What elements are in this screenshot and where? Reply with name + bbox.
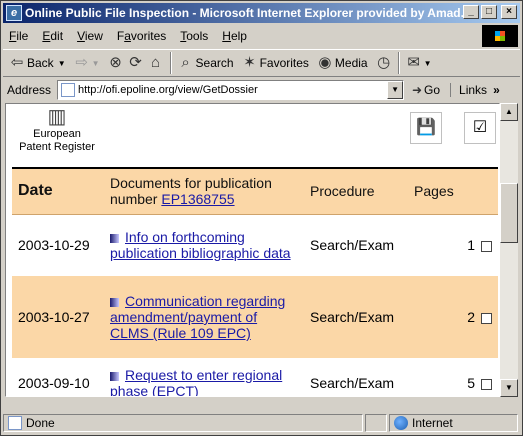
links-button[interactable]: Links	[450, 83, 487, 97]
page-icon	[61, 83, 76, 97]
publication-number-link[interactable]: EP1368755	[161, 191, 234, 207]
table-header: Date Documents for publication number EP…	[12, 168, 498, 214]
minimize-button[interactable]: _	[463, 5, 479, 19]
document-icon	[110, 234, 119, 244]
document-link[interactable]: Communication regarding amendment/paymen…	[110, 293, 285, 341]
menu-view[interactable]: View	[77, 29, 103, 43]
browser-window: e Online Public File Inspection - Micros…	[0, 0, 523, 436]
windows-logo-icon	[482, 25, 518, 47]
menu-tools[interactable]: Tools	[180, 29, 208, 43]
window-title: Online Public File Inspection - Microsof…	[25, 6, 471, 20]
search-icon: ⌕	[181, 54, 190, 71]
col-procedure: Procedure	[310, 183, 375, 200]
ie-logo-icon: e	[6, 5, 22, 21]
status-text-pane: Done	[3, 414, 363, 432]
row-date: 2003-10-29	[18, 237, 90, 254]
document-link[interactable]: Info on forthcoming publication bibliogr…	[110, 229, 291, 261]
documents-table: Date Documents for publication number EP…	[12, 167, 498, 396]
document-link[interactable]: Request to enter regional phase (EPCT)	[110, 367, 282, 396]
document-icon	[110, 297, 119, 307]
back-button[interactable]: ⇦ Back ▼	[7, 53, 66, 73]
document-icon	[110, 371, 119, 381]
row-document: Request to enter regional phase (EPCT)	[104, 358, 304, 396]
book-icon: ▥	[47, 106, 67, 128]
internet-globe-icon	[394, 416, 408, 430]
go-arrow-icon: ➜	[412, 83, 423, 97]
scroll-thumb[interactable]	[500, 183, 518, 243]
save-icon[interactable]: 💾	[410, 112, 442, 144]
home-icon[interactable]: ⌂	[146, 53, 166, 73]
table-row: 2003-09-10 Request to enter regional pha…	[12, 358, 498, 396]
forward-button[interactable]: ⇨ ▼	[72, 53, 100, 73]
table-row: 2003-10-29 Info on forthcoming publicati…	[12, 214, 498, 276]
toolbar: ⇦ Back ▼ ⇨ ▼ ⊗ ⟳ ⌂ ⌕ Search ✶ Favorites …	[3, 49, 520, 77]
address-url: http://ofi.epoline.org/view/GetDossier	[78, 84, 258, 96]
col-date: Date	[18, 182, 53, 200]
select-all-icon[interactable]: ☑	[464, 112, 496, 144]
row-procedure: Search/Exam	[310, 375, 395, 391]
back-arrow-icon: ⇦	[10, 54, 24, 71]
page-done-icon	[8, 416, 22, 430]
menu-favorites[interactable]: Favorites	[117, 29, 166, 43]
page-content: ▥ European Patent Register 💾 ☑ Date Docu…	[5, 103, 500, 397]
go-button[interactable]: ➜ Go	[410, 80, 440, 100]
scroll-down-icon[interactable]: ▼	[500, 379, 518, 397]
back-dropdown-icon[interactable]: ▼	[58, 59, 66, 68]
row-document: Info on forthcoming publication bibliogr…	[104, 214, 304, 276]
toolbar-separator	[397, 52, 400, 74]
stop-icon[interactable]: ⊗	[106, 53, 126, 73]
links-more-icon[interactable]: »	[493, 83, 500, 97]
maximize-button[interactable]: □	[481, 5, 497, 19]
row-pages: 1	[467, 237, 475, 254]
status-zone-pane: Internet	[389, 414, 518, 432]
forward-dropdown-icon[interactable]: ▼	[92, 59, 100, 68]
menu-file[interactable]: File	[9, 29, 28, 43]
row-date: 2003-09-10	[18, 375, 90, 391]
menu-help[interactable]: Help	[222, 29, 247, 43]
status-bar: Done Internet	[3, 413, 520, 433]
search-button[interactable]: ⌕ Search	[176, 53, 233, 73]
menu-bar: File Edit View Favorites Tools Help	[3, 25, 483, 47]
mail-dropdown-icon[interactable]: ▼	[424, 59, 432, 68]
address-input[interactable]: http://ofi.epoline.org/view/GetDossier ▼	[57, 80, 405, 100]
register-logo[interactable]: ▥ European Patent Register	[12, 106, 102, 154]
col-documents: Documents for publication number EP13687…	[110, 175, 272, 208]
row-procedure: Search/Exam	[310, 237, 395, 254]
media-button[interactable]: ◉ Media	[315, 53, 367, 73]
address-bar: Address http://ofi.epoline.org/view/GetD…	[3, 79, 520, 101]
toolbar-separator	[169, 52, 172, 74]
table-row: 2003-10-27 Communication regarding amend…	[12, 276, 498, 358]
scroll-up-icon[interactable]: ▲	[500, 103, 518, 121]
favorites-star-icon: ✶	[243, 54, 256, 71]
row-checkbox[interactable]	[481, 378, 492, 390]
menu-edit[interactable]: Edit	[42, 29, 63, 43]
address-dropdown-icon[interactable]: ▼	[387, 81, 404, 99]
row-checkbox[interactable]	[481, 241, 492, 253]
row-procedure: Search/Exam	[310, 309, 395, 325]
forward-arrow-icon: ⇨	[75, 54, 88, 71]
address-label: Address	[7, 83, 52, 97]
history-icon[interactable]: ◷	[374, 53, 394, 73]
row-pages: 2	[467, 309, 475, 325]
close-button[interactable]: ×	[501, 5, 517, 19]
favorites-button[interactable]: ✶ Favorites	[240, 53, 309, 73]
title-bar[interactable]: e Online Public File Inspection - Micros…	[3, 3, 520, 23]
mail-icon[interactable]: ✉	[404, 53, 424, 73]
row-date: 2003-10-27	[18, 309, 90, 325]
col-pages: Pages	[414, 183, 454, 200]
row-pages: 5	[467, 375, 475, 391]
refresh-icon[interactable]: ⟳	[126, 53, 146, 73]
vertical-scrollbar[interactable]: ▲ ▼	[500, 103, 518, 397]
row-checkbox[interactable]	[481, 312, 492, 324]
row-document: Communication regarding amendment/paymen…	[104, 276, 304, 358]
media-icon: ◉	[318, 54, 332, 71]
